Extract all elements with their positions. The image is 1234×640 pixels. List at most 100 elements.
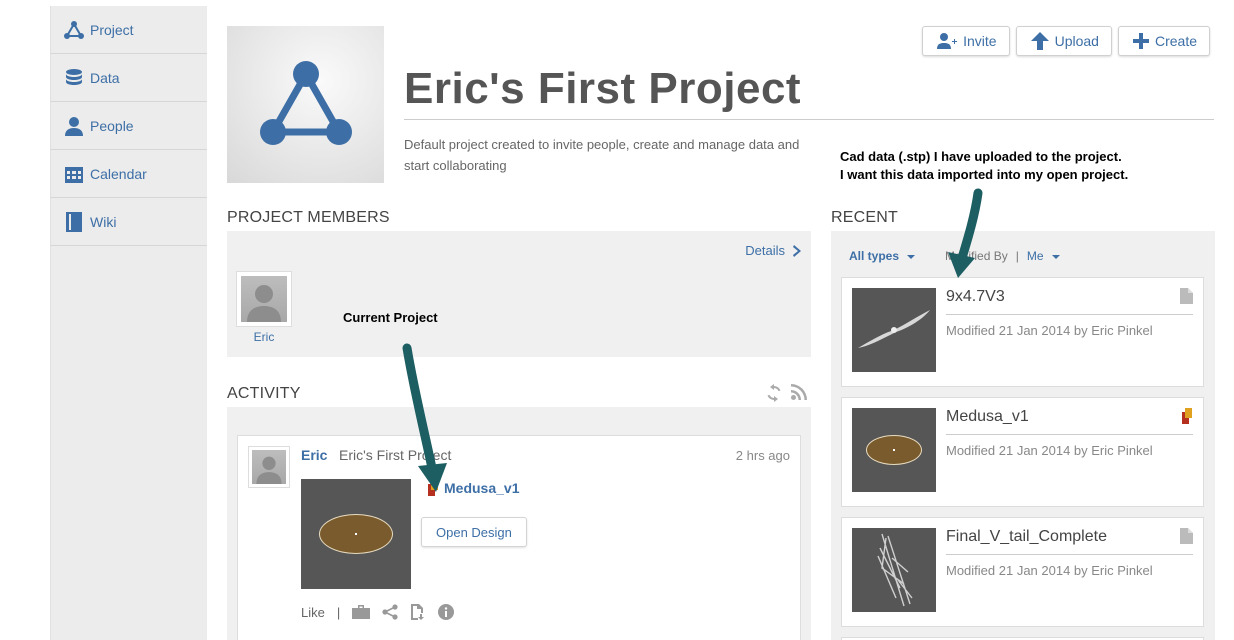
modified-by-label: Modified By: [945, 249, 1008, 263]
recent-item[interactable]: Medusa_v1 Modified 21 Jan 2014 by Eric P…: [841, 397, 1204, 507]
sidebar-item-label: Calendar: [90, 165, 147, 182]
invite-label: Invite: [963, 33, 997, 49]
default-user-icon: [241, 276, 287, 322]
item-divider: [946, 554, 1193, 555]
details-label: Details: [745, 243, 785, 258]
app-window: Project Data People Calendar Wiki Eric's…: [0, 0, 1234, 640]
sidebar-item-data[interactable]: Data: [51, 54, 207, 102]
separator: |: [336, 604, 341, 620]
book-icon: [64, 211, 84, 232]
item-divider: [946, 434, 1193, 435]
upload-arrow-icon: [1030, 32, 1049, 50]
sidebar-item-label: People: [90, 117, 134, 134]
upload-label: Upload: [1054, 33, 1099, 49]
create-button[interactable]: Create: [1117, 26, 1210, 56]
file-icon: [1180, 528, 1193, 544]
airframe-icon: [877, 533, 913, 607]
annotation-cad-line1: Cad data (.stp) I have uploaded to the p…: [840, 149, 1122, 164]
project-description: Default project created to invite people…: [404, 137, 800, 173]
activity-timestamp: 2 hrs ago: [735, 448, 790, 463]
sidebar-item-label: Wiki: [90, 213, 117, 230]
item-thumbnail: [852, 528, 936, 612]
annotation-cad: Cad data (.stp) I have uploaded to the p…: [840, 148, 1128, 184]
annotation-current-project: Current Project: [343, 310, 438, 325]
avatar[interactable]: [248, 446, 290, 488]
project-logo-icon: [259, 60, 352, 145]
like-link[interactable]: Like: [301, 605, 325, 620]
member-name[interactable]: Eric: [236, 330, 292, 344]
annotation-cad-line2: I want this data imported into my open p…: [840, 167, 1129, 182]
activity-actions: Like |: [301, 604, 455, 620]
recent-item[interactable]: 9x4.7V3 Modified 21 Jan 2014 by Eric Pin…: [841, 277, 1204, 387]
activity-entry: Eric Eric's First Project 2 hrs ago Medu…: [237, 435, 801, 640]
item-meta: Modified 21 Jan 2014 by Eric Pinkel: [946, 563, 1153, 578]
item-thumbnail: [852, 288, 936, 372]
create-label: Create: [1154, 33, 1197, 49]
activity-tools: [765, 384, 807, 402]
caret-down-icon: [907, 254, 916, 259]
sidebar-item-wiki[interactable]: Wiki: [51, 198, 207, 246]
info-icon[interactable]: [438, 604, 455, 620]
sidebar: Project Data People Calendar Wiki: [50, 6, 207, 640]
caret-down-icon: [1051, 254, 1060, 259]
file-icon: [1180, 288, 1193, 304]
activity-heading: ACTIVITY: [227, 385, 301, 402]
invite-button[interactable]: Invite: [922, 26, 1010, 56]
type-filter-label: All types: [849, 249, 900, 263]
sidebar-item-label: Data: [90, 69, 120, 86]
recent-filters: All types Modified By | Me: [849, 249, 1060, 263]
item-name[interactable]: Final_V_tail_Complete: [946, 528, 1107, 546]
separator: |: [1015, 249, 1019, 263]
refresh-icon[interactable]: [765, 384, 783, 402]
left-gutter: [0, 0, 50, 640]
title-divider: [404, 119, 1214, 120]
sidebar-item-people[interactable]: People: [51, 102, 207, 150]
medusa-shape: [319, 514, 393, 554]
modified-by-value: Me: [1026, 249, 1044, 263]
open-design-button[interactable]: Open Design: [421, 517, 527, 547]
project-thumbnail: [227, 26, 384, 183]
sidebar-item-label: Project: [90, 21, 134, 38]
sidebar-item-project[interactable]: Project: [51, 6, 207, 54]
type-filter-dropdown[interactable]: All types: [849, 249, 916, 263]
members-heading: PROJECT MEMBERS: [227, 209, 390, 226]
sidebar-item-calendar[interactable]: Calendar: [51, 150, 207, 198]
members-panel: Details Eric: [227, 231, 811, 357]
rss-icon[interactable]: [791, 384, 807, 400]
item-name[interactable]: Medusa_v1: [946, 408, 1029, 426]
recent-item[interactable]: Final_V_tail_Complete Modified 21 Jan 20…: [841, 517, 1204, 627]
activity-panel: Eric Eric's First Project 2 hrs ago Medu…: [227, 407, 811, 640]
activity-project-name: Eric's First Project: [339, 447, 452, 463]
item-name[interactable]: 9x4.7V3: [946, 288, 1005, 306]
database-icon: [64, 68, 84, 88]
calendar-icon: [64, 164, 84, 184]
toolbar: Invite Upload Create: [922, 26, 1210, 56]
design-thumbnail[interactable]: [301, 479, 411, 589]
plus-icon: [1132, 33, 1149, 49]
medusa-shape: [866, 435, 922, 465]
recent-panel: All types Modified By | Me 9x4.7V3 Modif…: [831, 231, 1215, 640]
chevron-right-icon: [793, 244, 801, 257]
design-link[interactable]: Medusa_v1: [428, 480, 519, 496]
upload-button[interactable]: Upload: [1015, 26, 1112, 56]
project-icon: [64, 20, 84, 40]
propeller-icon: [858, 310, 930, 348]
activity-user-link[interactable]: Eric: [301, 447, 327, 463]
item-thumbnail: [852, 408, 936, 492]
fusion-design-icon: [1182, 408, 1192, 424]
fusion-design-icon: [428, 480, 438, 496]
modified-by-dropdown[interactable]: Me: [1027, 249, 1060, 263]
default-user-icon: [252, 450, 286, 484]
recent-heading: RECENT: [831, 209, 898, 226]
design-name: Medusa_v1: [444, 480, 520, 496]
person-icon: [64, 116, 84, 136]
page-title: Eric's First Project: [404, 64, 802, 113]
share-icon[interactable]: [382, 604, 398, 620]
item-meta: Modified 21 Jan 2014 by Eric Pinkel: [946, 443, 1153, 458]
briefcase-icon[interactable]: [352, 605, 371, 619]
item-divider: [946, 314, 1193, 315]
export-file-icon[interactable]: [410, 604, 426, 620]
item-meta: Modified 21 Jan 2014 by Eric Pinkel: [946, 323, 1153, 338]
details-link[interactable]: Details: [745, 243, 801, 258]
avatar[interactable]: [236, 271, 292, 327]
